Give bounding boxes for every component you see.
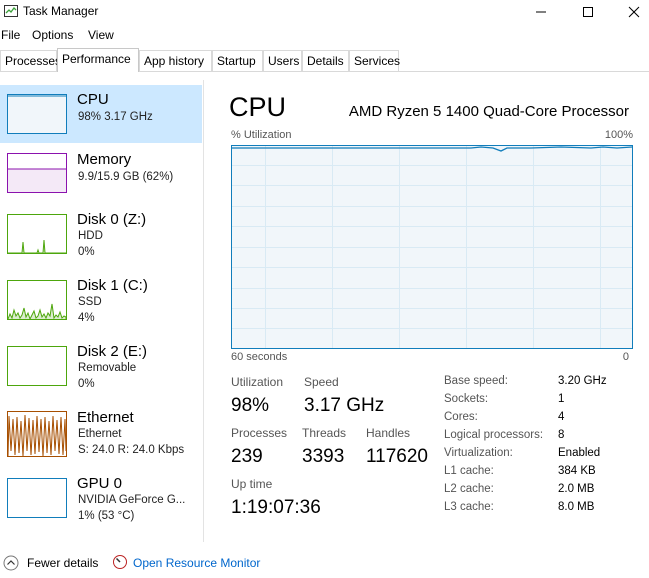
- minimize-icon: [536, 11, 546, 13]
- sidebar-item-sub2: 0%: [78, 378, 95, 390]
- memory-thumbnail-graph: [7, 153, 67, 193]
- cpu-model-name: AMD Ryzen 5 1400 Quad-Core Processor: [348, 103, 629, 120]
- disk2-thumbnail-graph: [7, 346, 67, 386]
- utilization-axis-label: % Utilization: [231, 129, 292, 141]
- chevron-up-icon[interactable]: [3, 555, 19, 571]
- spec-label: Base speed:: [444, 375, 508, 387]
- spec-label: Cores:: [444, 411, 478, 423]
- disk1-thumbnail-graph: [7, 280, 67, 320]
- sidebar-item-label: Memory: [77, 151, 132, 168]
- sidebar-item-gpu0[interactable]: GPU 0 NVIDIA GeForce G... 1% (53 °C): [0, 472, 202, 534]
- disk0-thumbnail-graph: [7, 214, 67, 254]
- title-bar: Task Manager: [0, 0, 649, 24]
- menu-file[interactable]: File: [1, 28, 20, 42]
- window-title: Task Manager: [23, 4, 99, 18]
- graph-time-end-label: 0: [622, 351, 629, 363]
- maximize-icon: [583, 7, 593, 17]
- sidebar-item-label: Ethernet: [77, 409, 134, 426]
- footer-bar: Fewer details Open Resource Monitor: [0, 548, 649, 578]
- open-resource-monitor-link[interactable]: Open Resource Monitor: [133, 556, 260, 570]
- uptime-value: 1:19:07:36: [231, 497, 321, 518]
- sidebar-item-disk1[interactable]: Disk 1 (C:) SSD 4%: [0, 274, 202, 336]
- resource-monitor-icon: [113, 555, 127, 569]
- close-icon: [628, 6, 640, 18]
- spec-value: Enabled: [558, 447, 601, 459]
- spec-value: 2.0 MB: [558, 483, 595, 495]
- sidebar-item-sub2: 0%: [78, 246, 95, 258]
- sidebar-item-cpu[interactable]: CPU 98% 3.17 GHz: [0, 85, 202, 143]
- sidebar-item-sub2: S: 24.0 R: 24.0 Kbps: [78, 444, 185, 456]
- sidebar-item-sub2: 1% (53 °C): [78, 510, 135, 522]
- threads-value: 3393: [302, 446, 345, 467]
- spec-value: 1: [558, 393, 565, 405]
- sidebar-item-label: CPU: [77, 91, 109, 108]
- tab-startup[interactable]: Startup: [212, 50, 263, 71]
- sidebar-item-sub: Ethernet: [78, 428, 122, 440]
- utilization-label: Utilization: [231, 375, 284, 389]
- threads-label: Threads: [302, 426, 347, 440]
- speed-label: Speed: [304, 375, 339, 389]
- spec-label: Logical processors:: [444, 429, 544, 441]
- sidebar-item-sub: Removable: [78, 362, 137, 374]
- tab-app-history[interactable]: App history: [139, 50, 212, 71]
- uptime-label: Up time: [231, 477, 273, 491]
- spec-value: 4: [558, 411, 565, 423]
- tab-strip: Processes Performance App history Startu…: [0, 48, 649, 72]
- spec-value: 8.0 MB: [558, 501, 595, 513]
- sidebar-item-sub2: 4%: [78, 312, 95, 324]
- tab-processes[interactable]: Processes: [0, 50, 61, 71]
- processes-label: Processes: [231, 426, 288, 440]
- sidebar-item-label: GPU 0: [77, 475, 123, 492]
- close-button[interactable]: [611, 0, 649, 24]
- tab-details[interactable]: Details: [302, 50, 349, 71]
- handles-value: 117620: [366, 446, 428, 467]
- sidebar-item-memory[interactable]: Memory 9.9/15.9 GB (62%): [0, 146, 202, 208]
- sidebar-item-sub: NVIDIA GeForce G...: [78, 494, 186, 506]
- spec-value: 3.20 GHz: [558, 375, 607, 387]
- sidebar-item-sub: 9.9/15.9 GB (62%): [78, 171, 174, 183]
- speed-value: 3.17 GHz: [304, 395, 385, 416]
- cpu-detail-panel: CPU AMD Ryzen 5 1400 Quad-Core Processor…: [206, 80, 649, 542]
- spec-label: L1 cache:: [444, 465, 494, 477]
- fewer-details-link[interactable]: Fewer details: [27, 556, 98, 570]
- spec-value: 8: [558, 429, 565, 441]
- menu-bar: File Options View: [0, 25, 649, 45]
- menu-options[interactable]: Options: [32, 28, 73, 42]
- task-manager-icon: [4, 5, 18, 17]
- spec-label: Virtualization:: [444, 447, 513, 459]
- tab-performance[interactable]: Performance: [57, 48, 139, 72]
- sidebar-item-sub: HDD: [78, 230, 103, 242]
- sidebar-item-ethernet[interactable]: Ethernet Ethernet S: 24.0 R: 24.0 Kbps: [0, 406, 202, 468]
- menu-view[interactable]: View: [88, 28, 114, 42]
- spec-label: Sockets:: [444, 393, 489, 405]
- spec-value: 384 KB: [558, 465, 596, 477]
- handles-label: Handles: [366, 426, 411, 440]
- gpu-thumbnail-graph: [7, 478, 67, 518]
- processes-value: 239: [231, 446, 263, 467]
- tab-services[interactable]: Services: [349, 50, 400, 71]
- spec-label: L3 cache:: [444, 501, 494, 513]
- sidebar-item-disk0[interactable]: Disk 0 (Z:) HDD 0%: [0, 208, 202, 270]
- utilization-axis-max: 100%: [604, 129, 633, 141]
- resource-sidebar: CPU 98% 3.17 GHz Memory 9.9/15.9 GB (62%…: [0, 80, 204, 542]
- graph-time-span-label: 60 seconds: [231, 351, 288, 363]
- spec-label: L2 cache:: [444, 483, 494, 495]
- page-title: CPU: [229, 92, 287, 122]
- minimize-button[interactable]: [518, 0, 564, 24]
- sidebar-item-label: Disk 1 (C:): [77, 277, 148, 294]
- cpu-thumbnail-graph: [7, 94, 67, 134]
- sidebar-item-disk2[interactable]: Disk 2 (E:) Removable 0%: [0, 340, 202, 402]
- sidebar-item-sub: SSD: [78, 296, 102, 308]
- utilization-value: 98%: [231, 395, 270, 416]
- maximize-button[interactable]: [565, 0, 611, 24]
- sidebar-item-label: Disk 2 (E:): [77, 343, 148, 360]
- sidebar-item-sub: 98% 3.17 GHz: [78, 111, 153, 123]
- tab-users[interactable]: Users: [263, 50, 302, 71]
- sidebar-item-label: Disk 0 (Z:): [77, 211, 147, 228]
- cpu-utilization-graph: [231, 145, 633, 349]
- ethernet-thumbnail-graph: [7, 411, 67, 457]
